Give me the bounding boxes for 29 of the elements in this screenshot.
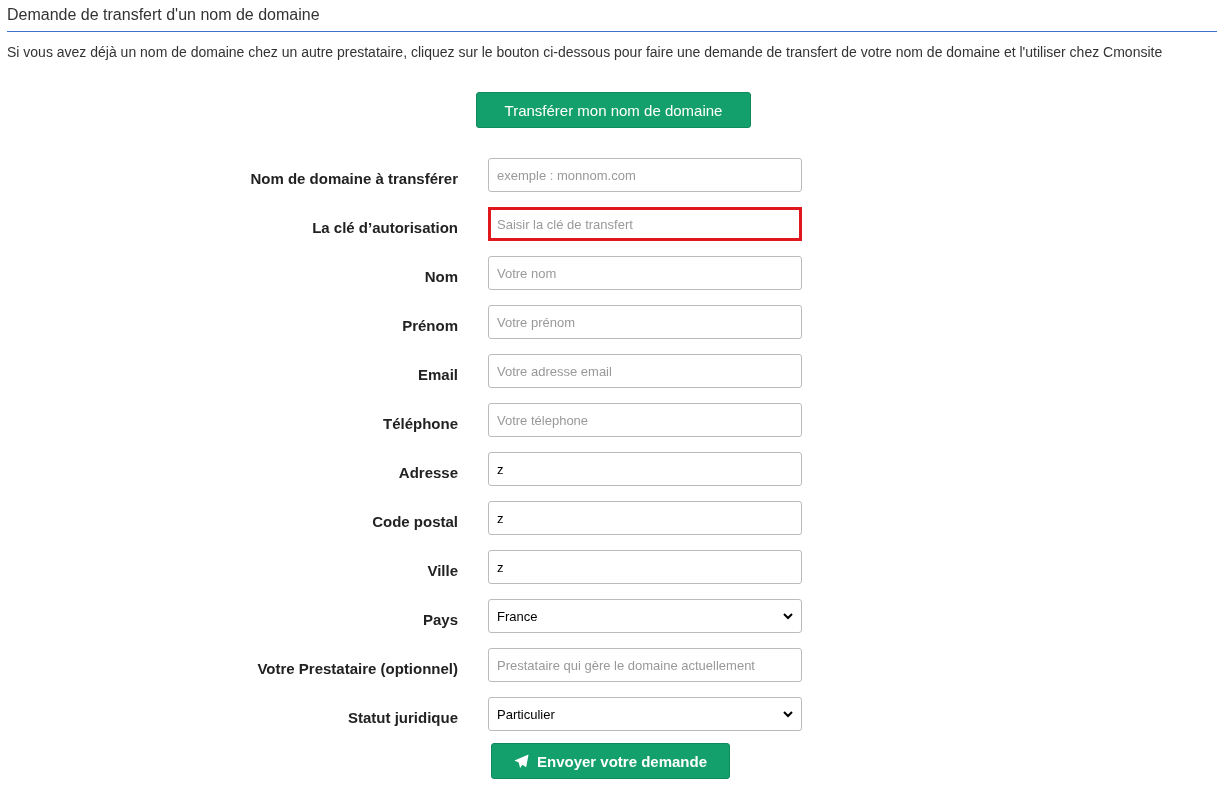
input-field[interactable]: z xyxy=(488,452,802,486)
field-label: Code postal xyxy=(371,511,458,530)
input-field[interactable]: Saisir la clé de transfert xyxy=(488,207,802,241)
field-label: Votre Prestataire (optionnel) xyxy=(256,658,458,677)
section-title: Demande de transfert d'un nom de domaine xyxy=(7,0,1217,32)
field-label: Téléphone xyxy=(382,413,458,432)
field-label: Email xyxy=(416,364,458,383)
field-label: Nom xyxy=(423,266,458,285)
field-label: Adresse xyxy=(397,462,458,481)
field-label: Statut juridique xyxy=(347,707,458,726)
input-field[interactable]: Votre nom xyxy=(488,256,802,290)
field-label: La clé d’autorisation xyxy=(311,217,458,236)
field-label: Ville xyxy=(426,560,458,579)
input-field[interactable]: z xyxy=(488,501,802,535)
input-field[interactable]: z xyxy=(488,550,802,584)
input-field[interactable]: Votre prénom xyxy=(488,305,802,339)
input-field[interactable]: Votre adresse email xyxy=(488,354,802,388)
intro-text: Si vous avez déjà un nom de domaine chez un autre prestataire, cliquez sur le bouton ci-dessous pour faire une demande de transfert de votre nom de domaine et l'utiliser chez Cmonsite xyxy=(7,43,1164,62)
field-label: Pays xyxy=(421,609,458,628)
dropdown[interactable]: Particulier xyxy=(488,697,802,731)
paper-plane-icon xyxy=(513,753,529,769)
input-field[interactable]: Prestataire qui gère le domaine actuellement xyxy=(488,648,802,682)
field-label: Prénom xyxy=(401,315,458,334)
field-label: Nom de domaine à transférer xyxy=(249,168,458,187)
input-field[interactable]: Votre télephone xyxy=(488,403,802,437)
input-field[interactable]: exemple : monnom.com xyxy=(488,158,802,192)
dropdown[interactable]: France xyxy=(488,599,802,633)
chevron-down-icon xyxy=(783,710,793,718)
chevron-down-icon xyxy=(783,612,793,620)
